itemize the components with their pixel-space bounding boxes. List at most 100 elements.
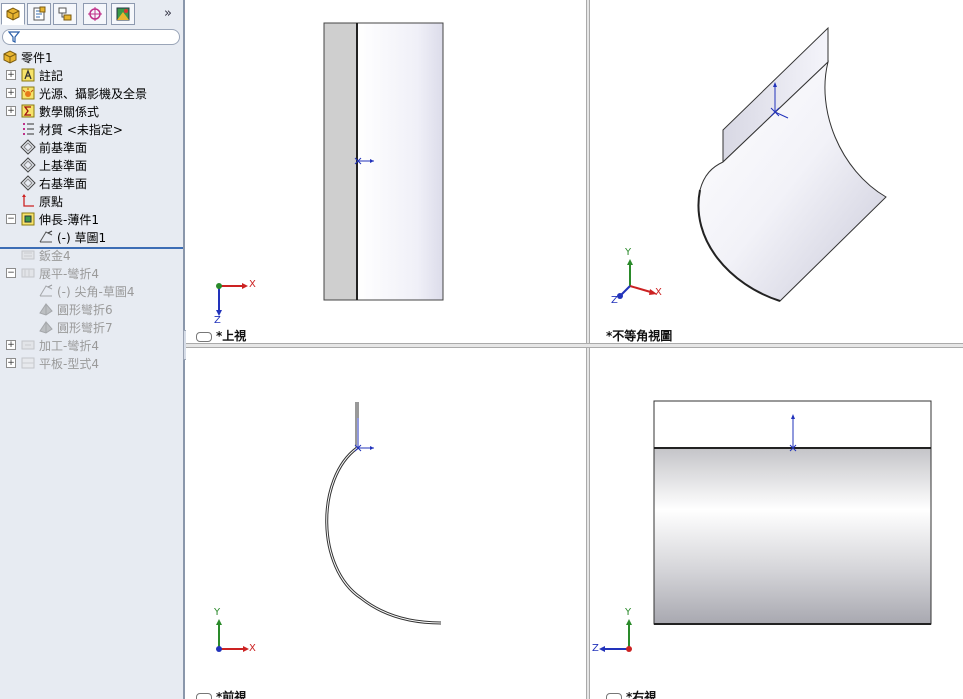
tree-filter-input[interactable] <box>2 29 180 45</box>
part-icon <box>3 50 17 64</box>
tree-item-label: 材質 <未指定> <box>39 123 123 137</box>
axis-z-label: Z <box>214 315 221 326</box>
iso-curved-surface <box>698 60 887 302</box>
material-icon <box>23 123 34 135</box>
flatten-bends-icon <box>21 268 35 278</box>
manager-tabs: » <box>0 2 184 26</box>
triad-front <box>216 619 249 652</box>
plane-icon <box>20 157 36 173</box>
process-bends-icon <box>21 340 35 350</box>
link-views-icon[interactable] <box>606 692 622 699</box>
expand-icon[interactable]: + <box>6 106 16 116</box>
right-view-canvas <box>599 400 932 652</box>
tree-item-label: 鈑金4 <box>39 249 71 263</box>
base-flange-icon <box>21 212 35 226</box>
tree-item-label: 平板-型式4 <box>39 357 99 371</box>
tree-item[interactable]: − 伸長-薄件1 <box>0 210 183 228</box>
tree-item[interactable]: + 註記 <box>0 66 183 84</box>
tree-item[interactable]: 材質 <未指定> <box>0 120 183 138</box>
flat-pattern-icon <box>21 357 35 369</box>
tree-item[interactable]: 圓形彎折7 <box>0 318 183 336</box>
link-views-icon[interactable] <box>196 331 212 342</box>
viewport-label-front: *前視 <box>196 688 246 699</box>
axis-y-label: Y <box>625 607 632 618</box>
collapse-icon[interactable]: − <box>6 214 16 224</box>
tree-item-label: (-) 尖角-草圖4 <box>57 285 135 299</box>
tree-item[interactable]: + 加工-彎折4 <box>0 336 183 354</box>
origin-icon <box>22 194 34 207</box>
top-view-canvas <box>216 22 444 316</box>
axis-x-label: X <box>655 287 662 298</box>
triad-top <box>216 283 248 316</box>
tree-item[interactable]: + 數學關係式 <box>0 102 183 120</box>
tree-item[interactable]: − 展平-彎折4 <box>0 264 183 282</box>
filter-icon <box>8 31 20 43</box>
tree-item[interactable]: 原點 <box>0 192 183 210</box>
front-view-canvas <box>216 402 442 652</box>
tree-item-label: 原點 <box>39 195 64 209</box>
lights-cameras-icon <box>21 86 35 100</box>
property-manager-tab[interactable] <box>27 3 51 25</box>
link-views-icon[interactable] <box>196 692 212 699</box>
equations-icon <box>21 104 35 118</box>
tree-item[interactable]: + 光源、攝影機及全景 <box>0 84 183 102</box>
tree-item[interactable]: 圓形彎折6 <box>0 300 183 318</box>
viewport-title: *右視 <box>626 690 657 699</box>
viewport-label-top: *上視 <box>196 327 246 343</box>
tree-item[interactable]: 零件1 <box>0 48 183 66</box>
right-view-body <box>653 447 932 625</box>
annotations-icon <box>21 68 35 82</box>
collapse-icon[interactable]: − <box>6 268 16 278</box>
tree-item[interactable]: 上基準面 <box>0 156 183 174</box>
axis-z-label: Z <box>592 643 599 654</box>
expand-icon[interactable]: + <box>6 88 16 98</box>
viewport-title: *不等角視圖 <box>606 329 673 343</box>
front-view-profile <box>325 402 442 625</box>
tree-item-label: 圓形彎折7 <box>57 321 113 335</box>
tree-item-label: 零件1 <box>21 51 53 65</box>
tree-item-label: 前基準面 <box>39 141 88 155</box>
viewport-right[interactable]: Y Z *右視 <box>590 348 963 699</box>
tree-item-label: 伸長-薄件1 <box>39 213 99 227</box>
tree-item[interactable]: 前基準面 <box>0 138 183 156</box>
viewport-title: *上視 <box>216 329 247 343</box>
plane-icon <box>20 175 36 191</box>
tree-item[interactable]: (-) 尖角-草圖4 <box>0 282 183 300</box>
part-icon <box>6 7 20 21</box>
tree-item-label: (-) 草圖1 <box>57 231 107 245</box>
feature-manager-tab[interactable] <box>1 3 25 25</box>
bend-icon <box>39 321 53 334</box>
display-manager-tab[interactable] <box>111 3 135 25</box>
expand-icon[interactable]: + <box>6 70 16 80</box>
crosshair-icon <box>88 7 102 21</box>
viewport-label-isometric: *不等角視圖 <box>606 327 672 343</box>
expand-icon[interactable]: + <box>6 340 16 350</box>
dimxpert-tab[interactable] <box>83 3 107 25</box>
tree-item[interactable]: 右基準面 <box>0 174 183 192</box>
tree-item[interactable]: + 平板-型式4 <box>0 354 183 372</box>
tree-item-label: 數學關係式 <box>39 105 100 119</box>
sketch-icon <box>39 284 53 297</box>
expand-tabs-icon[interactable]: » <box>164 6 172 21</box>
sketch-icon <box>39 230 53 243</box>
sheet-metal-icon <box>21 250 35 260</box>
origin-marker <box>354 418 374 452</box>
viewport-front[interactable]: Y X *前視 <box>186 348 586 699</box>
viewport-top[interactable]: X Z *上視 <box>186 0 586 343</box>
bend-icon <box>39 303 53 316</box>
tree-item-label: 光源、攝影機及全景 <box>39 87 148 101</box>
triad-isometric <box>617 259 657 299</box>
configuration-manager-tab[interactable] <box>53 3 77 25</box>
configuration-icon <box>58 7 72 21</box>
tree-item[interactable]: (-) 草圖1 <box>0 228 183 246</box>
expand-icon[interactable]: + <box>6 358 16 368</box>
viewport-isometric[interactable]: Y X Z *不等角視圖 <box>590 0 963 343</box>
isometric-view-canvas <box>617 26 887 302</box>
axis-x-label: X <box>249 643 256 654</box>
axis-z-label: Z <box>611 295 618 306</box>
rollback-bar[interactable] <box>0 247 183 249</box>
top-view-flange <box>323 22 358 301</box>
tree-item-label: 註記 <box>39 69 64 83</box>
feature-manager-panel: » 零件1 + 註記 + 光源、攝影機及全景 + 數學關係式材質 <未指定> 前基準面 上基準面… <box>0 0 193 699</box>
axis-y-label: Y <box>214 607 221 618</box>
